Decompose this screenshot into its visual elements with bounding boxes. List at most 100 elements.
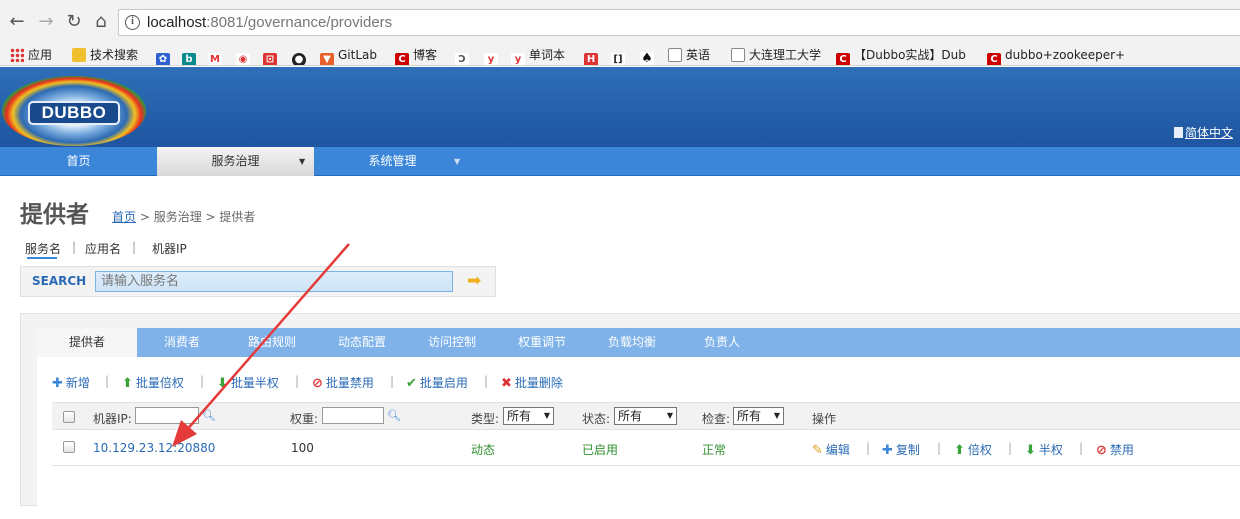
bing-icon: b bbox=[182, 53, 196, 65]
bookmark-github[interactable]: ● bbox=[292, 47, 310, 65]
bookmark-weibo[interactable]: ◉ bbox=[236, 47, 254, 65]
providers-content: ✚ 新增 | ⬆ 批量倍权 | ⬇ 批量半权 | ⊘ 批量禁用 | ✔ 批量启用 | ✖ 批… bbox=[37, 357, 1240, 506]
bookmark-spade[interactable]: ♠ bbox=[640, 47, 658, 66]
bookmark-zhidao[interactable]: ⊡ bbox=[263, 47, 281, 65]
bookmark-baidu[interactable]: ✿ bbox=[156, 47, 174, 65]
x-icon: ✖ bbox=[501, 376, 512, 391]
check-filter-select[interactable]: 所有 ▼ bbox=[733, 407, 784, 425]
search-tab-app-name[interactable]: 应用名 bbox=[85, 240, 121, 257]
batch-enable-button[interactable]: ✔ 批量启用 bbox=[406, 374, 468, 391]
folder-icon bbox=[72, 48, 86, 62]
ip-filter-input[interactable] bbox=[135, 407, 199, 424]
arrow-up-icon: ⬆ bbox=[122, 376, 133, 391]
bookmark-dubbo-practice[interactable]: C 【Dubbo实战】Dub bbox=[836, 47, 966, 65]
language-link[interactable]: 简体中文 bbox=[1173, 124, 1233, 141]
ban-icon: ⊘ bbox=[312, 376, 323, 391]
search-tab-service-name[interactable]: 服务名 bbox=[25, 240, 61, 259]
tab-access[interactable]: 访问控制 bbox=[407, 328, 497, 357]
half-weight-button[interactable]: ⬇ 半权 bbox=[1025, 441, 1063, 458]
menu-item-home[interactable]: 首页 bbox=[0, 147, 157, 176]
tab-loadbalance[interactable]: 负载均衡 bbox=[587, 328, 677, 357]
forward-arrow-icon[interactable]: → bbox=[36, 12, 56, 32]
back-arrow-icon[interactable]: ← bbox=[7, 12, 27, 32]
bookmarks-bar: 应用 技术搜索 ✿ b M ◉ ⊡ ● ▼ GitLab C 博客 Ↄ y y 单词本… bbox=[0, 44, 1240, 66]
bookmark-y1[interactable]: y bbox=[484, 47, 502, 65]
home-icon[interactable]: ⌂ bbox=[91, 12, 111, 32]
bookmark-tech-search[interactable]: 技术搜索 bbox=[72, 47, 138, 63]
row-checkbox[interactable] bbox=[63, 441, 75, 453]
header-ip: 机器IP: bbox=[93, 412, 132, 426]
search-go-arrow-icon[interactable]: ➡ bbox=[467, 273, 487, 290]
page-icon bbox=[668, 48, 682, 62]
select-all-checkbox[interactable] bbox=[63, 411, 75, 423]
spade-icon: ♠ bbox=[640, 51, 654, 66]
disable-button[interactable]: ⊘ 禁用 bbox=[1096, 441, 1134, 458]
search-icon[interactable]: 🔍︎ bbox=[202, 409, 216, 422]
menu-item-system-management[interactable]: 系统管理 ▼ bbox=[314, 147, 471, 176]
info-icon[interactable]: i bbox=[125, 15, 140, 30]
weight-filter-input[interactable] bbox=[322, 407, 384, 424]
add-button[interactable]: ✚ 新增 bbox=[52, 374, 90, 391]
tab-routes[interactable]: 路由规则 bbox=[227, 328, 317, 357]
table-row: 10.129.23.12:20880 100 动态 已启用 正常 ✎ 编辑 | ✚… bbox=[52, 430, 1240, 466]
provider-type: 动态 bbox=[471, 443, 496, 457]
double-weight-button[interactable]: ⬆ 倍权 bbox=[954, 441, 992, 458]
search-tab-machine-ip[interactable]: 机器IP bbox=[152, 240, 187, 257]
app-header: DUBBO 简体中文 bbox=[0, 67, 1240, 147]
h-icon: H bbox=[584, 53, 598, 65]
bookmark-apps[interactable]: 应用 bbox=[10, 47, 52, 63]
menu-item-service-governance[interactable]: 服务治理 ▼ bbox=[157, 147, 314, 176]
copy-button[interactable]: ✚ 复制 bbox=[882, 441, 920, 458]
url-text: localhost:8081/governance/providers bbox=[147, 14, 392, 31]
alpha-icon: Ↄ bbox=[455, 53, 469, 65]
batch-half-weight-button[interactable]: ⬇ 批量半权 bbox=[217, 374, 279, 391]
bookmark-brackets[interactable]: [] bbox=[611, 47, 629, 65]
url-host: localhost bbox=[147, 14, 207, 31]
edit-button[interactable]: ✎ 编辑 bbox=[812, 441, 850, 458]
breadcrumb-home-link[interactable]: 首页 bbox=[112, 210, 136, 224]
provider-weight: 100 bbox=[291, 441, 314, 455]
batch-double-weight-button[interactable]: ⬆ 批量倍权 bbox=[122, 374, 184, 391]
header-check: 检查: bbox=[702, 412, 731, 426]
tab-weights[interactable]: 权重调节 bbox=[497, 328, 587, 357]
bookmark-blog[interactable]: C 博客 bbox=[395, 47, 437, 65]
provider-address-link[interactable]: 10.129.23.12:20880 bbox=[93, 441, 215, 455]
reload-icon[interactable]: ↻ bbox=[64, 12, 84, 32]
provider-check: 正常 bbox=[702, 443, 727, 457]
tab-overrides[interactable]: 动态配置 bbox=[317, 328, 407, 357]
page-title: 提供者 bbox=[20, 202, 89, 228]
provider-status: 已启用 bbox=[582, 443, 619, 457]
batch-disable-button[interactable]: ⊘ 批量禁用 bbox=[312, 374, 374, 391]
bookmark-dlut[interactable]: 大连理工大学 bbox=[731, 47, 821, 63]
plus-icon: ✚ bbox=[52, 376, 63, 391]
search-input[interactable] bbox=[95, 271, 453, 292]
bookmark-dubbo-zookeeper[interactable]: Cdubbo+zookeeper+ bbox=[987, 47, 1125, 65]
table-header: 机器IP: 🔍︎ 权重: 🔍︎ 类型: 所有 ▼ 状态: 所有 ▼ 检查: 所有 ▼ … bbox=[52, 402, 1240, 430]
arrow-down-icon: ⬇ bbox=[1025, 443, 1036, 458]
bookmark-gitlab[interactable]: ▼ GitLab bbox=[320, 47, 377, 65]
red-square-icon: ⊡ bbox=[263, 53, 277, 65]
dubbo-logo[interactable]: DUBBO bbox=[2, 76, 146, 146]
type-filter-select[interactable]: 所有 ▼ bbox=[503, 407, 554, 425]
tab-providers[interactable]: 提供者 bbox=[37, 328, 137, 357]
address-bar[interactable]: i localhost:8081/governance/providers bbox=[118, 9, 1240, 36]
page-icon bbox=[731, 48, 745, 62]
bookmark-bing[interactable]: b bbox=[182, 47, 200, 65]
tab-owners[interactable]: 负责人 bbox=[677, 328, 767, 357]
bookmark-alpha[interactable]: Ↄ bbox=[455, 47, 473, 65]
batch-delete-button[interactable]: ✖ 批量删除 bbox=[501, 374, 563, 391]
tab-consumers[interactable]: 消费者 bbox=[137, 328, 227, 357]
bookmark-wordbook[interactable]: y 单词本 bbox=[511, 47, 565, 65]
breadcrumb-path: > 服务治理 > 提供者 bbox=[136, 210, 256, 224]
bookmark-h[interactable]: H bbox=[584, 47, 602, 65]
bookmark-english[interactable]: 英语 bbox=[668, 47, 710, 63]
search-icon[interactable]: 🔍︎ bbox=[387, 409, 401, 422]
header-status: 状态: bbox=[582, 412, 611, 426]
bookmark-gmail[interactable]: M bbox=[208, 47, 226, 65]
csdn-icon: C bbox=[395, 53, 409, 65]
pencil-icon: ✎ bbox=[812, 443, 823, 458]
status-filter-select[interactable]: 所有 ▼ bbox=[614, 407, 677, 425]
logo-text: DUBBO bbox=[28, 101, 120, 125]
url-path: :8081/governance/providers bbox=[206, 14, 393, 31]
caret-down-icon: ▼ bbox=[543, 411, 550, 420]
